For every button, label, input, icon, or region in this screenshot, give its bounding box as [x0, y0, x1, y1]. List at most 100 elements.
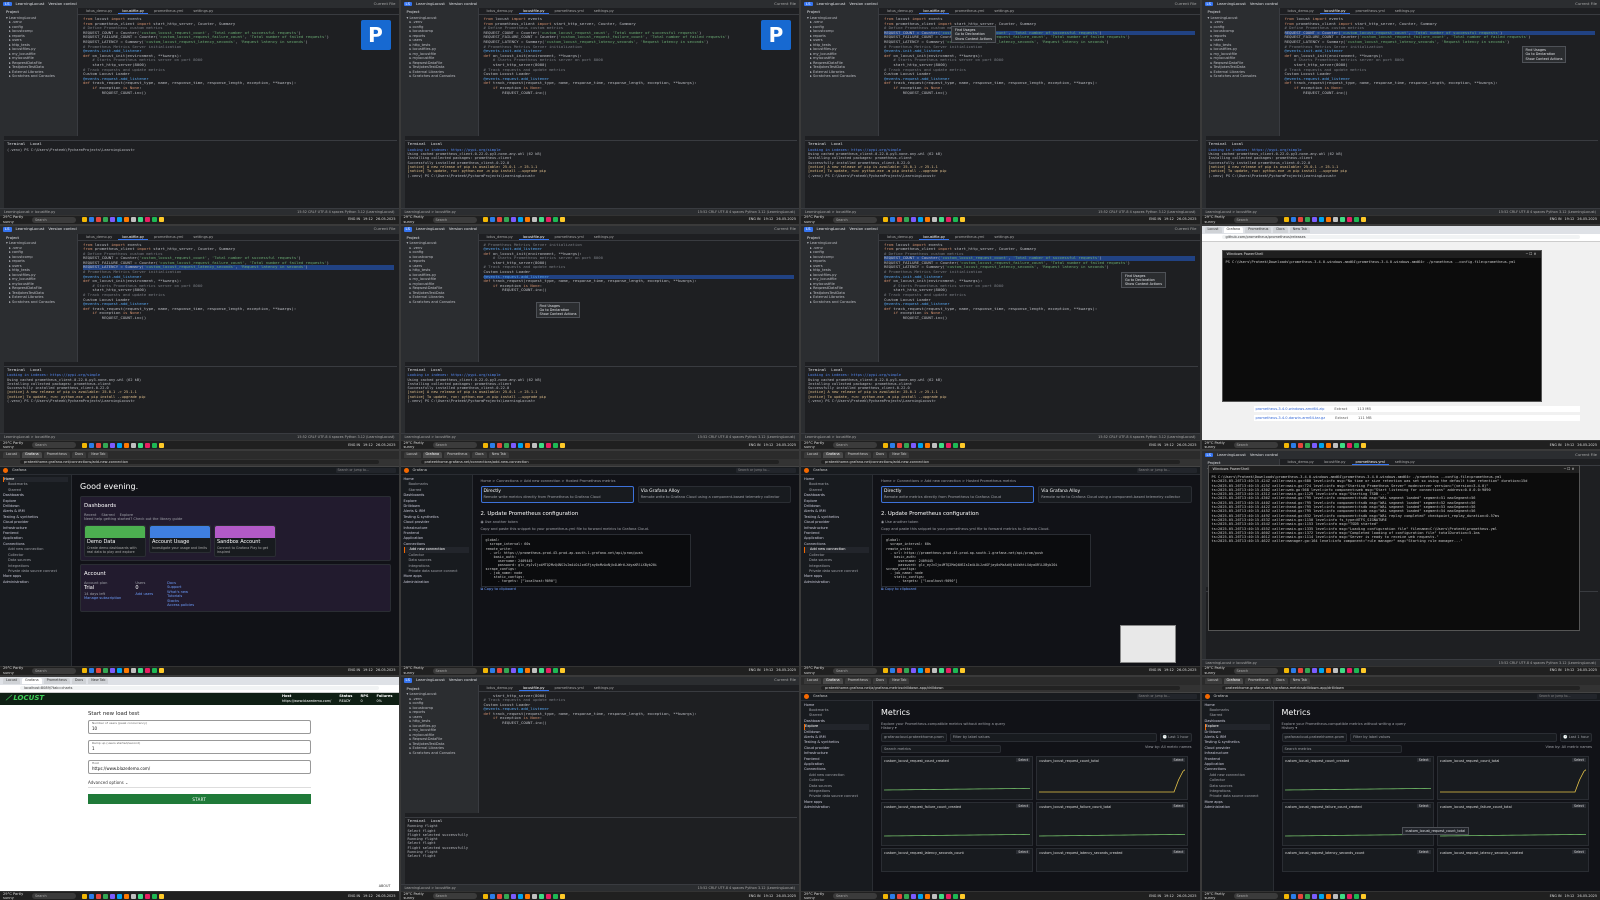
app-icon[interactable]: [489, 217, 495, 222]
nav-item[interactable]: Administration: [804, 580, 869, 585]
editor-tab[interactable]: locustfile.py: [518, 234, 549, 240]
grafana-search[interactable]: Search or jump to...: [1136, 693, 1197, 699]
label-filter[interactable]: Filter by label values: [949, 733, 1157, 742]
code-editor[interactable]: from locust import eventsfrom prometheus…: [481, 15, 798, 137]
app-icon[interactable]: [1346, 442, 1352, 448]
clock-time[interactable]: 19:12: [1565, 668, 1575, 672]
terminal-tab-local[interactable]: Local: [831, 141, 842, 147]
app-icon[interactable]: [524, 217, 530, 222]
browser-tab[interactable]: Prometheus: [1245, 226, 1272, 233]
app-icon[interactable]: [538, 893, 544, 899]
metric-panel[interactable]: custom_locust_request_count_created Selec…: [881, 756, 1065, 801]
weather-widget[interactable]: 29°C Partly sunny: [3, 441, 29, 449]
app-icon[interactable]: [131, 668, 136, 673]
app-icon[interactable]: [1311, 442, 1317, 448]
app-icon[interactable]: [890, 217, 895, 222]
app-icon[interactable]: [517, 668, 523, 673]
app-icon[interactable]: [552, 217, 558, 222]
browser-tab[interactable]: New Tab: [88, 452, 109, 458]
clock-time[interactable]: 19:12: [764, 443, 774, 447]
language-indicator[interactable]: ENG IN: [1149, 894, 1161, 898]
app-icon[interactable]: [489, 668, 495, 673]
app-icon[interactable]: [1297, 668, 1303, 673]
app-icon[interactable]: [904, 668, 909, 673]
app-icon[interactable]: [1290, 893, 1296, 899]
terminal-tab-local[interactable]: Local: [431, 818, 442, 824]
language-indicator[interactable]: ENG IN: [1550, 894, 1562, 898]
app-icon[interactable]: [103, 217, 108, 222]
address-input[interactable]: prateekhome.grafana.net/a/grafana-metric…: [1221, 685, 1580, 690]
terminal-panel[interactable]: TerminalLocalLooking in indexes: https:/…: [404, 365, 797, 433]
browser-tab[interactable]: Grafana: [823, 452, 843, 458]
view-by[interactable]: View by: All metric names: [1145, 745, 1192, 753]
browser-tab[interactable]: Locust: [804, 452, 822, 458]
app-icon[interactable]: [1311, 893, 1317, 899]
app-icon[interactable]: [1297, 893, 1303, 899]
clock-time[interactable]: 19:12: [1164, 668, 1174, 672]
browser-tab[interactable]: Grafana: [22, 677, 42, 684]
editor-tab[interactable]: prometheus.yml: [551, 8, 588, 14]
window-controls-icon[interactable]: ─ ☐ ✕: [1526, 252, 1537, 257]
select-metric-button[interactable]: Select: [1171, 850, 1186, 855]
vcs-widget[interactable]: Version control: [449, 226, 477, 232]
app-icon[interactable]: [1297, 442, 1303, 448]
project-badge[interactable]: LS: [403, 1, 413, 7]
data-source-picker[interactable]: grafanacloud-prateekhome-prom: [1281, 733, 1348, 742]
project-badge[interactable]: LS: [804, 1, 813, 7]
app-icon[interactable]: [510, 442, 516, 448]
history-link[interactable]: History ▾: [1282, 726, 1593, 730]
app-icon[interactable]: [96, 893, 101, 899]
app-icon[interactable]: [496, 668, 502, 673]
app-icon[interactable]: [82, 668, 87, 673]
app-icon[interactable]: [1318, 217, 1324, 222]
app-icon[interactable]: [1339, 217, 1345, 222]
app-icon[interactable]: [503, 217, 509, 222]
tree-node[interactable]: ▸ Scratches and Consoles: [807, 300, 876, 304]
clock-time[interactable]: 19:12: [1565, 443, 1575, 447]
clock-time[interactable]: 19:12: [1565, 894, 1575, 898]
run-config[interactable]: Current File: [774, 226, 796, 232]
dashboards-tab[interactable]: Explore: [120, 513, 134, 517]
status-breadcrumb[interactable]: LearningLocust > locustfile.py: [405, 886, 456, 890]
status-info[interactable]: 15:52 CRLF UTF-8 4 spaces Python 3.12 (L…: [297, 435, 394, 439]
metric-panel[interactable]: custom_locust_request_failure_count_tota…: [1436, 802, 1600, 847]
app-icon[interactable]: [124, 442, 129, 448]
editor-tab[interactable]: lotus_demo.py: [82, 8, 116, 14]
app-icon[interactable]: [939, 893, 944, 899]
select-metric-button[interactable]: Select: [1572, 758, 1586, 763]
status-breadcrumb[interactable]: LearningLocust > locustfile.py: [1206, 661, 1257, 665]
code-editor[interactable]: from locust import eventsfrom prometheus…: [1282, 15, 1599, 137]
editor-tab[interactable]: prometheus.yml: [150, 234, 187, 240]
app-icon[interactable]: [946, 668, 951, 673]
app-icon[interactable]: [124, 217, 129, 222]
about-link[interactable]: ABOUT: [379, 884, 391, 888]
app-icon[interactable]: [939, 442, 944, 448]
app-icon[interactable]: [131, 893, 136, 899]
manage-subscription-link[interactable]: Manage subscription: [84, 596, 121, 600]
popup-item[interactable]: Show Context Actions: [1125, 282, 1162, 286]
metric-panel[interactable]: custom_locust_request_failure_count_crea…: [1281, 802, 1465, 847]
browser-tab[interactable]: Docs: [1273, 677, 1288, 684]
select-metric-button[interactable]: Select: [1572, 804, 1586, 809]
status-info[interactable]: 15:52 CRLF UTF-8 4 spaces Python 3.12 (L…: [297, 210, 394, 214]
app-icon[interactable]: [559, 893, 565, 899]
editor-tab[interactable]: lotus_demo.py: [483, 234, 517, 240]
status-info[interactable]: 15:52 CRLF UTF-8 4 spaces Python 3.12 (L…: [698, 886, 795, 890]
use-token-radio[interactable]: ◉ Use another token: [881, 520, 1192, 524]
option-alloy[interactable]: Via Grafana Alloy Remote write to Grafana…: [1038, 486, 1192, 503]
address-input[interactable]: github.com/prometheus/prometheus/release…: [1221, 234, 1580, 239]
app-icon[interactable]: [897, 217, 902, 222]
browser-tab[interactable]: Grafana: [1223, 226, 1244, 233]
app-icon[interactable]: [152, 442, 157, 448]
browser-tab[interactable]: Grafana: [1223, 677, 1244, 684]
browser-tab[interactable]: Docs: [71, 677, 87, 684]
project-name[interactable]: LearningLocust: [16, 226, 45, 232]
editor-tab[interactable]: locustfile.py: [518, 8, 549, 14]
editor-tab[interactable]: settings.py: [990, 8, 1018, 14]
taskbar-search[interactable]: Search: [833, 667, 877, 674]
config-snippet[interactable]: global: scrape_interval: 60s remote_writ…: [480, 534, 691, 588]
app-icon[interactable]: [1353, 442, 1359, 448]
app-icon[interactable]: [489, 893, 495, 899]
app-icon[interactable]: [1360, 668, 1366, 673]
app-icon[interactable]: [1360, 893, 1366, 899]
